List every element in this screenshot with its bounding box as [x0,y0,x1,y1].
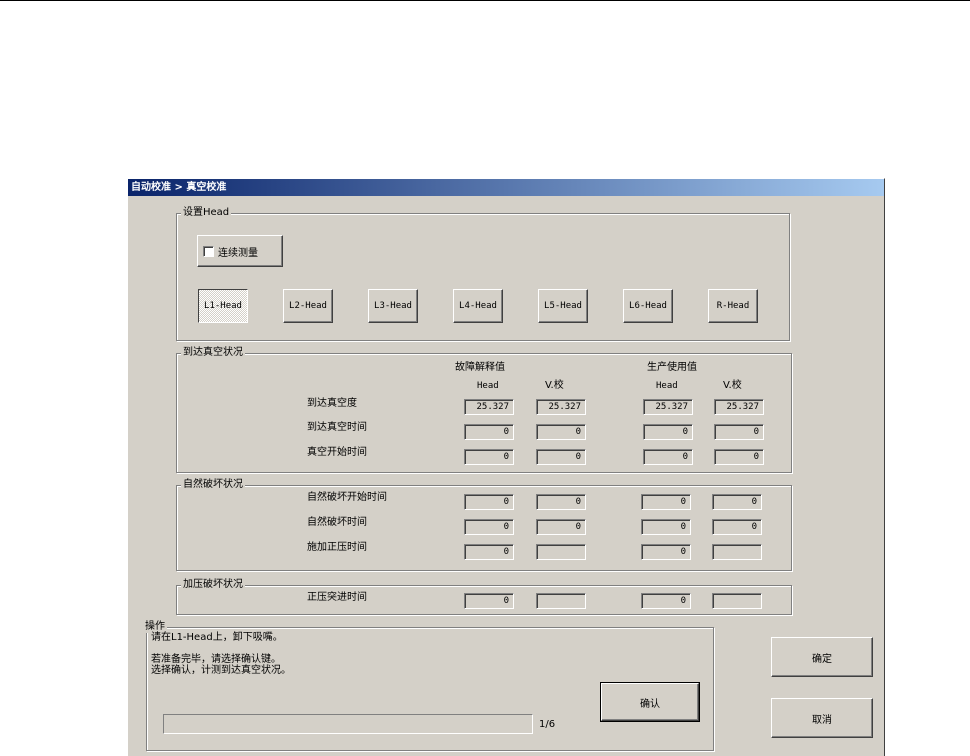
continuous-measure-checkbox[interactable]: 连续测量 [197,235,283,267]
row-label: 到达真空度 [307,398,357,409]
value-field: 0 [536,494,586,510]
value-field: 0 [641,519,691,535]
production-value-header: 生产使用值 [647,362,697,373]
col-vcal-1: V.校 [545,380,564,391]
value-field: 25.327 [643,399,693,415]
value-field: 0 [464,519,514,535]
row-label: 自然破坏开始时间 [307,492,387,503]
value-field: 25.327 [714,399,764,415]
value-field: 0 [641,544,691,560]
col-vcal-2: V.校 [723,380,742,391]
operation-group: 操作 请在L1-Head上，卸下吸嘴。 若准备完毕，请选择确认键。 选择确认，计… [143,621,714,751]
head-settings-label: 设置Head [181,207,232,219]
progress-count: 1/6 [539,719,556,730]
head-button-l2[interactable]: L2-Head [283,289,333,323]
value-field: 0 [641,494,691,510]
row-label: 自然破坏时间 [307,517,367,528]
dialog-title[interactable]: 自动校准 > 真空校准 [128,179,884,196]
row-label: 真空开始时间 [307,447,367,458]
value-field: 0 [712,494,762,510]
fault-value-header: 故障解释值 [455,362,505,373]
value-field: 0 [643,449,693,465]
value-field: 0 [536,424,586,440]
natural-destruction-label: 自然破坏状况 [181,479,245,491]
instruction-line-1: 请在L1-Head上，卸下吸嘴。 [151,632,283,643]
head-button-l3[interactable]: L3-Head [368,289,418,323]
head-button-l4[interactable]: L4-Head [453,289,503,323]
value-field [536,593,586,609]
vacuum-status-group: 到达真空状况 故障解释值 生产使用值 Head V.校 Head V.校 到达真… [176,347,792,473]
value-field: 0 [641,593,691,609]
row-label: 正压突进时间 [307,592,367,603]
value-field: 0 [536,449,586,465]
head-button-r[interactable]: R-Head [708,289,758,323]
vacuum-status-label: 到达真空状况 [181,347,245,359]
top-border-line [0,0,970,1]
natural-destruction-group: 自然破坏状况 自然破坏开始时间 0 0 0 0 自然破坏时间 0 0 0 0 施… [176,479,792,571]
cancel-button[interactable]: 取消 [771,698,873,738]
col-head-1: Head [477,381,499,391]
value-field [536,544,586,560]
head-button-l5[interactable]: L5-Head [538,289,588,323]
row-label: 到达真空时间 [307,422,367,433]
confirm-button[interactable]: 确认 [600,682,700,722]
checkbox-box[interactable] [203,245,214,257]
pressure-destruction-label: 加压破坏状况 [181,579,245,591]
value-field: 0 [643,424,693,440]
value-field: 0 [714,449,764,465]
head-button-l1[interactable]: L1-Head [198,289,248,323]
head-settings-group: 设置Head 连续测量 L1-Head L2-Head L3-Head L4-H… [176,207,790,341]
value-field: 25.327 [464,399,514,415]
instruction-line-3: 选择确认，计测到达真空状况。 [151,665,291,676]
value-field: 0 [714,424,764,440]
pressure-destruction-group: 加压破坏状况 正压突进时间 0 0 [176,579,792,615]
continuous-measure-label: 连续测量 [218,247,258,259]
value-field: 0 [464,424,514,440]
value-field [712,593,762,609]
value-field: 0 [536,519,586,535]
value-field [712,544,762,560]
value-field: 0 [464,494,514,510]
vacuum-calibration-dialog: 自动校准 > 真空校准 设置Head 连续测量 L1-Head L2-Head … [127,178,885,756]
row-label: 施加正压时间 [307,542,367,553]
head-button-l6[interactable]: L6-Head [623,289,673,323]
col-head-2: Head [656,381,678,391]
value-field: 25.327 [536,399,586,415]
progress-bar [163,714,533,734]
ok-button[interactable]: 确定 [771,637,873,677]
value-field: 0 [712,519,762,535]
value-field: 0 [464,449,514,465]
value-field: 0 [464,593,514,609]
value-field: 0 [464,544,514,560]
